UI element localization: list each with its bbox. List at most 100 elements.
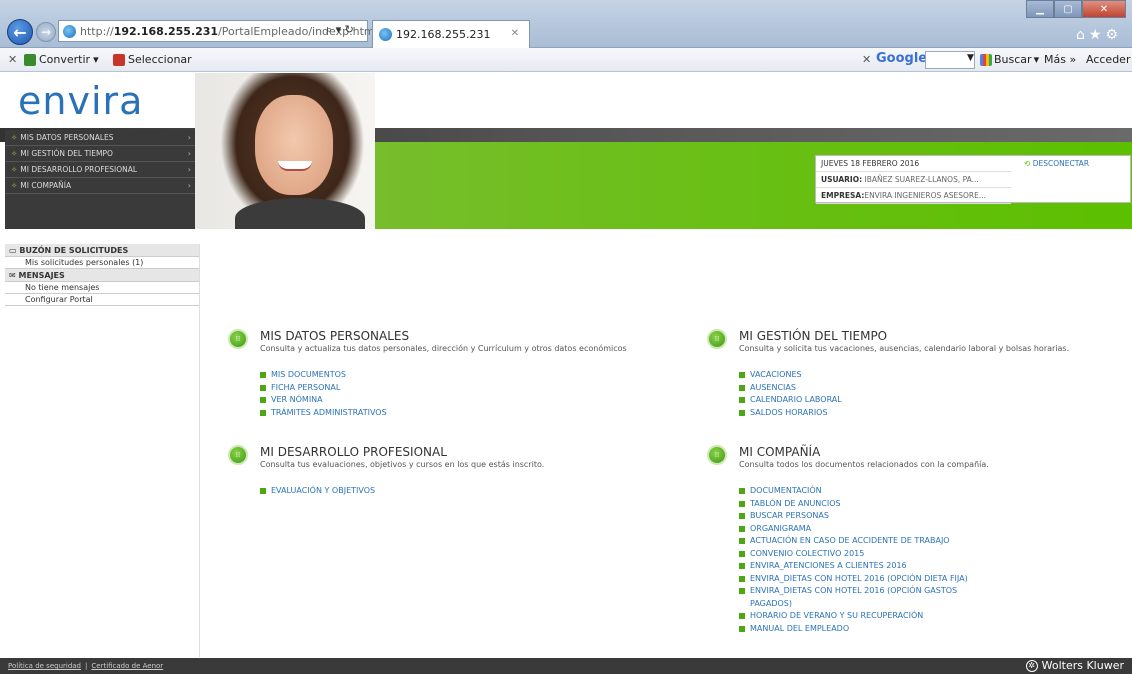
logout-label: DESCONECTAR bbox=[1032, 159, 1090, 168]
section-link[interactable]: TRÁMITES ADMINISTRATIVOS bbox=[260, 407, 500, 420]
toolbar-close-icon[interactable]: ✕ bbox=[8, 53, 17, 66]
envelope-icon: ✉ bbox=[9, 271, 16, 280]
tab-ie-icon bbox=[379, 28, 392, 41]
section-link[interactable]: FICHA PERSONAL bbox=[260, 382, 500, 395]
buscar-button[interactable]: Buscar ▾ bbox=[980, 53, 1039, 66]
maximize-icon[interactable]: ▢ bbox=[1054, 0, 1082, 18]
chevron-right-icon: › bbox=[187, 165, 191, 174]
nav-item-development[interactable]: ✧ MI DESARROLLO PROFESIONAL › bbox=[5, 162, 195, 178]
mas-button[interactable]: Más » bbox=[1044, 53, 1076, 66]
logout-link[interactable]: ⟲ DESCONECTAR bbox=[1012, 156, 1132, 172]
security-policy-link[interactable]: Política de seguridad bbox=[8, 662, 81, 670]
bullet-square-icon bbox=[739, 372, 745, 378]
photo-face bbox=[255, 95, 333, 195]
configure-portal-link[interactable]: Configurar Portal bbox=[5, 294, 199, 306]
section-link[interactable]: ENVIRA_DIETAS CON HOTEL 2016 (OPCIÓN DIE… bbox=[739, 573, 979, 586]
section-link[interactable]: SALDOS HORARIOS bbox=[739, 407, 979, 420]
bullet-square-icon bbox=[739, 613, 745, 619]
wolters-kluwer-label: Wolters Kluwer bbox=[1041, 659, 1124, 672]
section-link[interactable]: AUSENCIAS bbox=[739, 382, 979, 395]
ie-icon bbox=[63, 24, 76, 38]
section-link[interactable]: MANUAL DEL EMPLEADO bbox=[739, 623, 979, 636]
google-search-icon bbox=[980, 53, 992, 66]
address-bar[interactable]: http://192.168.255.231/PortalEmpleado/in… bbox=[58, 20, 378, 42]
favorites-icon[interactable]: ★ bbox=[1089, 27, 1106, 43]
section-link[interactable]: CONVENIO COLECTIVO 2015 bbox=[739, 548, 979, 561]
section-link[interactable]: BUSCAR PERSONAS bbox=[739, 510, 979, 523]
envira-logo[interactable]: envira bbox=[18, 79, 143, 123]
section-link[interactable]: ORGANIGRAMA bbox=[739, 523, 979, 536]
bullet-square-icon bbox=[739, 550, 745, 557]
section-link[interactable]: VER NÓMINA bbox=[260, 394, 500, 407]
seleccionar-label: Seleccionar bbox=[128, 53, 192, 66]
nav-label: MIS DATOS PERSONALES bbox=[20, 133, 114, 142]
bullet-square-icon bbox=[739, 588, 745, 594]
bullet-square-icon bbox=[739, 513, 745, 519]
wolters-kluwer-logo: ✲ Wolters Kluwer bbox=[1025, 659, 1124, 672]
forward-icon[interactable]: → bbox=[36, 22, 56, 42]
home-icon[interactable]: ⌂ bbox=[1076, 27, 1089, 43]
bullet-square-icon bbox=[739, 500, 745, 507]
photo-smile bbox=[278, 161, 312, 171]
certificate-link[interactable]: Certificado de Aenor bbox=[91, 662, 163, 670]
inbox-item[interactable]: Mis solicitudes personales (1) bbox=[5, 257, 199, 269]
section-link-label: MIS DOCUMENTOS bbox=[271, 370, 346, 379]
settings-icon[interactable]: ⚙ bbox=[1105, 27, 1122, 43]
nav-item-time[interactable]: ✧ MI GESTIÓN DEL TIEMPO › bbox=[5, 146, 195, 162]
section-link[interactable]: VACACIONES bbox=[739, 369, 979, 382]
browser-tab[interactable]: 192.168.255.231 ✕ bbox=[372, 20, 530, 48]
tab-close-icon[interactable]: ✕ bbox=[511, 28, 519, 39]
close-icon[interactable]: ✕ bbox=[1082, 0, 1126, 18]
messages-header[interactable]: ✉ MENSAJES bbox=[5, 269, 199, 282]
section-link[interactable]: ENVIRA_DIETAS CON HOTEL 2016 (OPCIÓN GAS… bbox=[739, 585, 979, 610]
bullet-square-icon bbox=[739, 488, 745, 494]
section-link-label: AUSENCIAS bbox=[750, 382, 796, 392]
section-link[interactable]: HORARIO DE VERANO Y SU RECUPERACIÓN bbox=[739, 610, 979, 623]
bullet-square-icon bbox=[260, 397, 266, 403]
user-info-box: JUEVES 18 FEBRERO 2016 USUARIO: IBAÑEZ S… bbox=[815, 155, 1132, 204]
development-section-icon: ⁞⁞ bbox=[228, 445, 248, 465]
nav-item-company[interactable]: ✧ MI COMPAÑÍA › bbox=[5, 178, 195, 194]
pdf-icon bbox=[113, 53, 125, 66]
messages-item[interactable]: No tiene mensajes bbox=[5, 282, 199, 294]
google-dropdown-icon[interactable]: ▼ bbox=[967, 53, 974, 63]
section-link-label: CALENDARIO LABORAL bbox=[750, 395, 842, 404]
acceder-button[interactable]: Acceder bbox=[1086, 53, 1130, 66]
chevron-right-icon: › bbox=[187, 181, 191, 190]
section-link[interactable]: EVALUACIÓN Y OBJETIVOS bbox=[260, 485, 500, 498]
section-desc: Consulta y actualiza tus datos personale… bbox=[260, 344, 627, 353]
address-actions[interactable]: ⌕ ▾ ↻ bbox=[326, 23, 354, 37]
section-link[interactable]: TABLÓN DE ANUNCIOS bbox=[739, 498, 979, 511]
google-logo: Google bbox=[876, 51, 928, 66]
user-row: USUARIO: IBAÑEZ SUAREZ-LLANOS, PA... bbox=[816, 172, 1011, 188]
convertir-dropdown-icon: ▾ bbox=[93, 53, 99, 66]
section-link-label: EVALUACIÓN Y OBJETIVOS bbox=[271, 486, 376, 495]
convertir-label: Convertir bbox=[39, 53, 91, 66]
left-panel: ▭ BUZÓN DE SOLICITUDES Mis solicitudes p… bbox=[5, 244, 200, 657]
section-link[interactable]: DOCUMENTACIÓN bbox=[739, 485, 979, 498]
section-link[interactable]: ENVIRA_ATENCIONES A CLIENTES 2016 bbox=[739, 560, 979, 573]
minimize-icon[interactable]: ▁ bbox=[1026, 0, 1054, 18]
google-toolbar-close-icon[interactable]: ✕ bbox=[862, 53, 871, 66]
bullet-square-icon bbox=[260, 409, 266, 416]
section-links: VACACIONES AUSENCIAS CALENDARIO LABORAL SAL… bbox=[739, 369, 979, 419]
section-desc: Consulta y solicita tus vacaciones, ause… bbox=[739, 344, 1070, 353]
section-link-label: BUSCAR PERSONAS bbox=[750, 511, 829, 520]
inbox-header[interactable]: ▭ BUZÓN DE SOLICITUDES bbox=[5, 244, 199, 257]
browser-right-icons: ⌂★⚙ bbox=[1076, 27, 1122, 43]
buscar-dropdown-icon: ▾ bbox=[1033, 53, 1040, 66]
section-link[interactable]: ACTUACIÓN EN CASO DE ACCIDENTE DE TRABAJ… bbox=[739, 535, 979, 548]
seleccionar-button[interactable]: Seleccionar bbox=[113, 53, 192, 66]
section-link[interactable]: MIS DOCUMENTOS bbox=[260, 369, 500, 382]
url-prefix: http:// bbox=[80, 24, 114, 38]
back-icon[interactable]: ← bbox=[7, 19, 33, 45]
section-link-label: SALDOS HORARIOS bbox=[750, 407, 828, 417]
footer-separator: | bbox=[85, 662, 88, 670]
bullet-square-icon bbox=[739, 384, 745, 391]
section-links: EVALUACIÓN Y OBJETIVOS bbox=[260, 485, 500, 498]
time-section-icon: ⁞⁞ bbox=[707, 329, 727, 349]
convertir-button[interactable]: Convertir ▾ bbox=[24, 53, 99, 66]
section-link[interactable]: CALENDARIO LABORAL bbox=[739, 394, 979, 407]
browser-toolbar: ✕ Convertir ▾ Seleccionar ✕ Google ▼ Bus… bbox=[0, 48, 1132, 72]
nav-item-personal[interactable]: ✧ MIS DATOS PERSONALES › bbox=[5, 130, 195, 146]
